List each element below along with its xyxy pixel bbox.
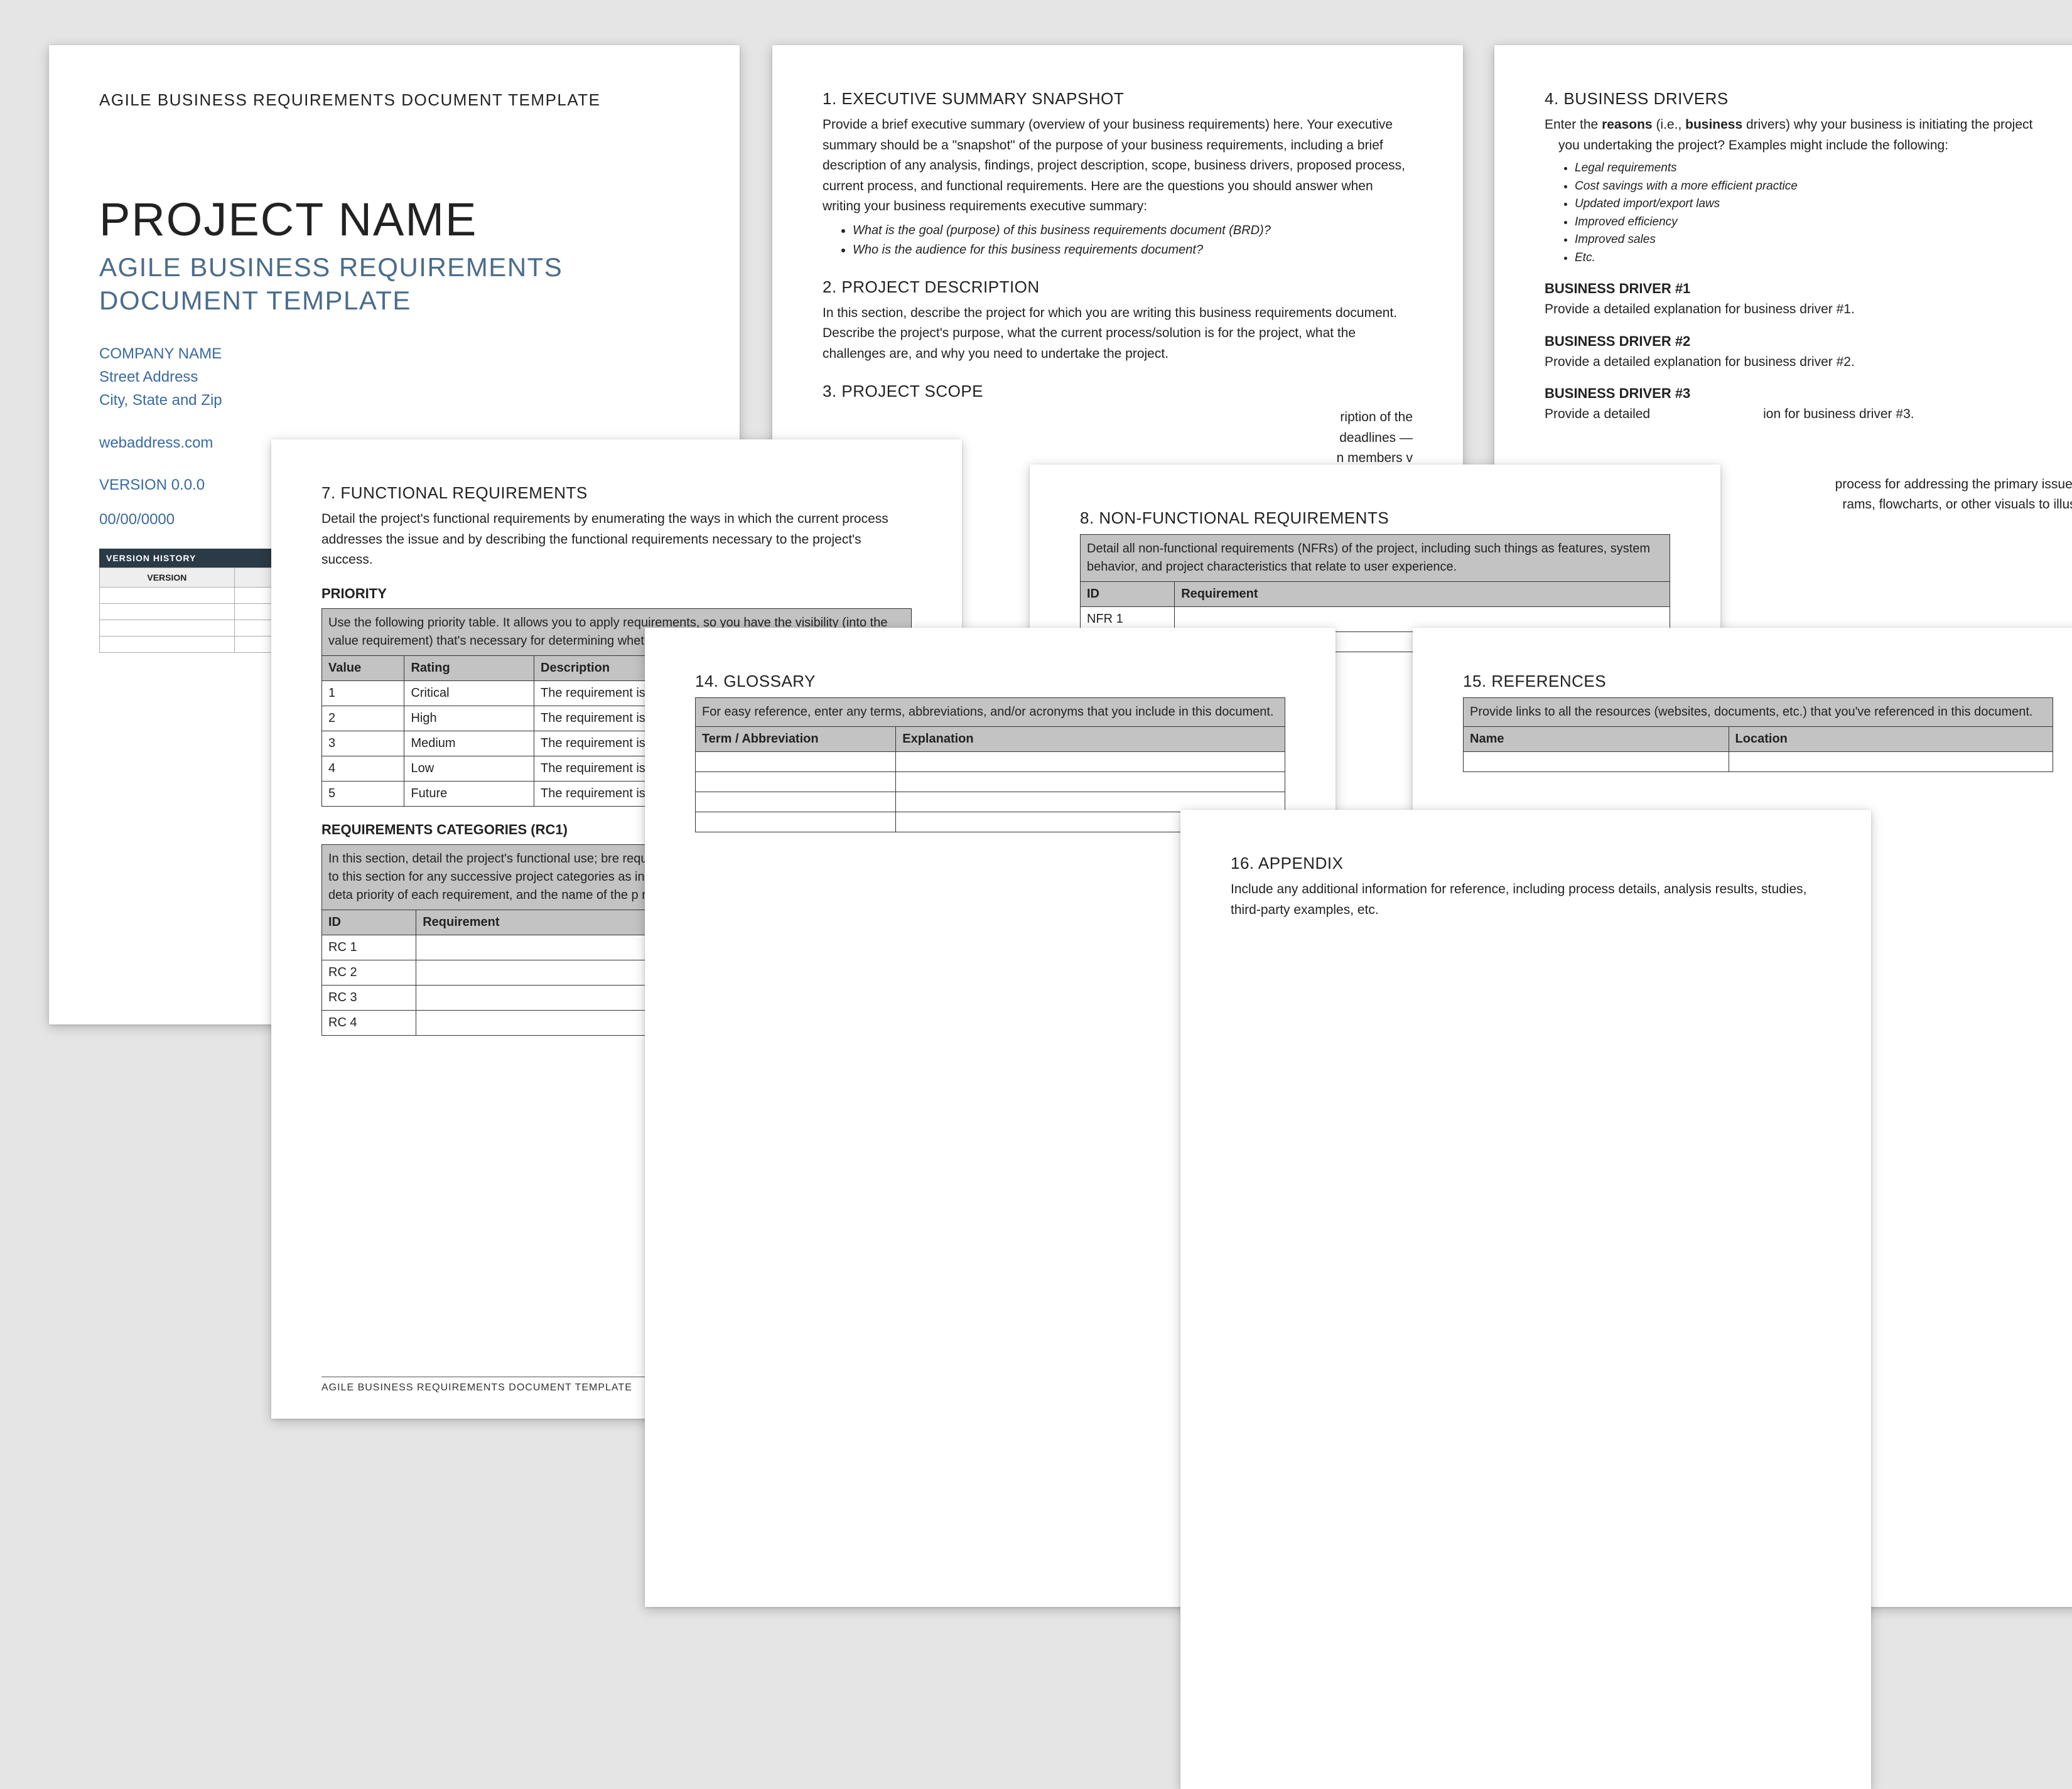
project-desc-heading: 2. PROJECT DESCRIPTION [823,277,1413,297]
drivers-bullets: Legal requirements Cost savings with a m… [1575,159,2072,267]
references-table: NameLocation [1463,726,2053,772]
nfr-note: Detail all non-functional requirements (… [1080,534,1670,581]
subtitle: AGILE BUSINESS REQUIREMENTS DOCUMENT TEM… [99,251,689,317]
appendix-heading: 16. APPENDIX [1231,854,1821,873]
exec-summary-bullets: What is the goal (purpose) of this busin… [853,221,1413,260]
project-name: PROJECT NAME [99,193,689,246]
project-desc-text: In this section, describe the project fo… [823,303,1413,365]
drivers-heading: 4. BUSINESS DRIVERS [1545,89,2072,109]
drivers-intro: Enter the reasons (i.e., business driver… [1545,115,2072,136]
functional-intro: Detail the project's functional requirem… [321,509,912,571]
page-appendix: 16. APPENDIX Include any additional info… [1180,810,1871,1789]
functional-heading: 7. FUNCTIONAL REQUIREMENTS [321,483,912,503]
doc-small-title: AGILE BUSINESS REQUIREMENTS DOCUMENT TEM… [99,89,689,111]
exec-summary-heading: 1. EXECUTIVE SUMMARY SNAPSHOT [823,89,1413,109]
nfr-heading: 8. NON-FUNCTIONAL REQUIREMENTS [1080,508,1670,528]
appendix-text: Include any additional information for r… [1231,879,1821,920]
company-block: COMPANY NAME Street Address City, State … [99,342,689,412]
priority-heading: PRIORITY [321,586,912,602]
glossary-note: For easy reference, enter any terms, abb… [695,697,1285,726]
references-note: Provide links to all the resources (webs… [1463,697,2053,726]
glossary-heading: 14. GLOSSARY [695,672,1285,691]
references-heading: 15. REFERENCES [1463,672,2053,691]
project-scope-heading: 3. PROJECT SCOPE [823,382,1413,401]
exec-summary-text: Provide a brief executive summary (overv… [823,115,1413,217]
